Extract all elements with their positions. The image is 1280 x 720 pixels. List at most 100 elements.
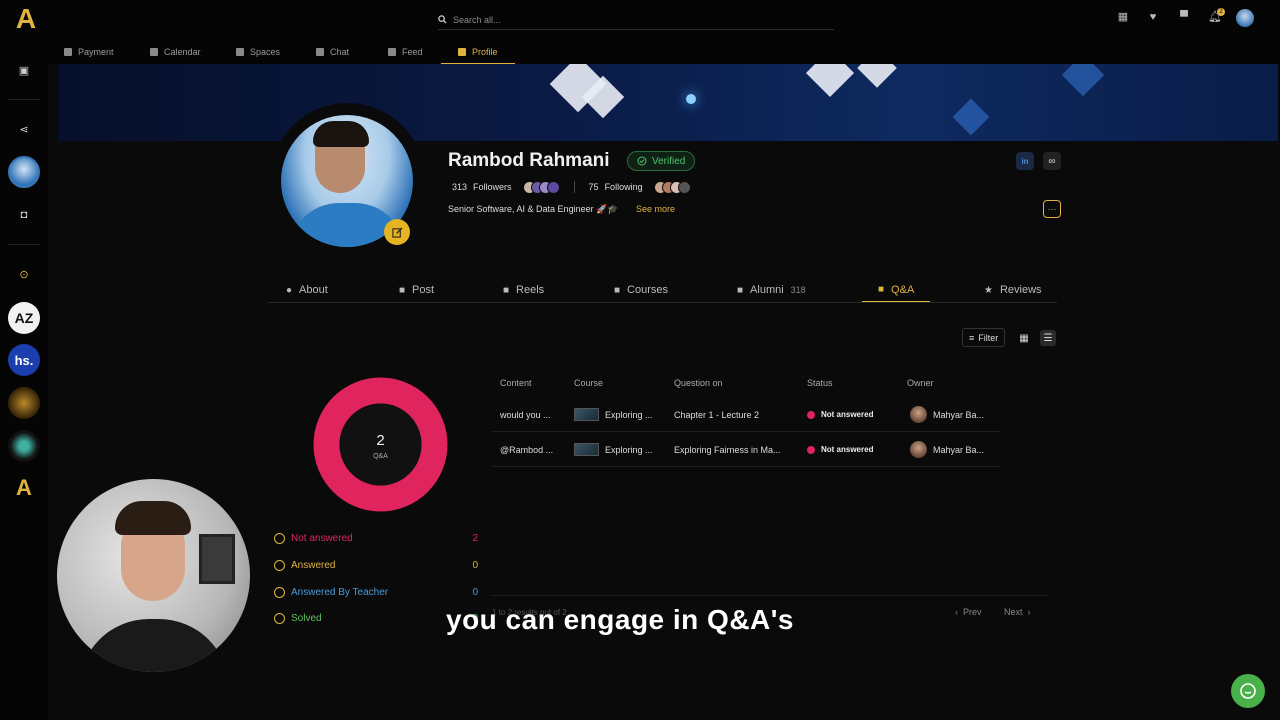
legend-value: 0 — [472, 559, 478, 571]
video-icon: ■ — [503, 284, 510, 296]
more-options-button[interactable]: ··· — [1043, 200, 1061, 218]
verified-label: Verified — [652, 155, 686, 167]
filter-button[interactable]: ≡ Filter — [962, 328, 1006, 347]
course-thumbnail — [574, 408, 599, 421]
column-header-content[interactable]: Content — [500, 378, 532, 388]
tab-about[interactable]: ● About — [286, 278, 328, 302]
status-dot — [807, 410, 815, 419]
nav-payment[interactable]: Payment — [64, 40, 114, 64]
nav-chat[interactable]: Chat — [316, 40, 349, 64]
video-caption: you can engage in Q&A's — [446, 604, 795, 635]
tab-post[interactable]: ■ Post — [399, 278, 434, 302]
calendar-icon[interactable]: ▦ — [1117, 11, 1129, 23]
nav-label: Calendar — [164, 47, 201, 57]
sidebar-item-hs[interactable]: hs. — [8, 344, 40, 376]
sidebar-item-label: AZ — [14, 310, 34, 326]
column-header-course[interactable]: Course — [574, 378, 603, 388]
next-button[interactable]: Next › — [1004, 607, 1031, 617]
see-more-link[interactable]: See more — [636, 204, 675, 214]
nav-label: Spaces — [250, 47, 281, 57]
user-avatar[interactable] — [1236, 9, 1254, 27]
banner-decoration — [805, 64, 855, 98]
share-icon[interactable]: ⋖ — [16, 122, 32, 138]
avatar-hair — [313, 121, 369, 147]
linkedin-button[interactable]: in — [1016, 152, 1034, 170]
sidebar-item-space[interactable] — [8, 387, 40, 419]
cell-question-on[interactable]: Chapter 1 - Lecture 2 — [674, 397, 759, 432]
add-circle-icon[interactable]: ⊙ — [16, 267, 32, 283]
tab-qa[interactable]: ■ Q&A — [862, 278, 931, 302]
following-avatars[interactable] — [653, 180, 691, 194]
legend-not-answered[interactable]: Not answered 2 — [274, 531, 478, 545]
banner-decoration — [952, 98, 990, 136]
prev-button[interactable]: ‹ Prev — [955, 607, 982, 617]
wall-frame — [199, 534, 235, 584]
list-icon: ☰ — [1043, 332, 1053, 344]
next-label: Next — [1004, 607, 1023, 617]
owner-name: Mahyar Ba... — [933, 444, 985, 455]
person-icon: ● — [286, 284, 293, 296]
support-chat-button[interactable] — [1231, 674, 1265, 708]
cell-owner[interactable]: Mahyar Ba... — [910, 432, 984, 467]
star-icon: ★ — [984, 284, 993, 296]
sidebar-item-az[interactable]: AZ — [8, 302, 40, 334]
cell-course[interactable]: Exploring ... — [574, 397, 653, 432]
tab-courses[interactable]: ■ Courses — [614, 278, 668, 302]
nav-profile[interactable]: Profile — [441, 40, 515, 64]
sidebar-item-community[interactable] — [8, 430, 40, 462]
tab-label: Post — [412, 284, 435, 296]
table-row[interactable]: @Rambod ... Exploring ... Exploring Fair… — [492, 432, 1000, 467]
status-circle-icon — [274, 559, 285, 571]
column-header-question-on[interactable]: Question on — [674, 378, 723, 388]
legend-answered-by-teacher[interactable]: Answered By Teacher 0 — [274, 585, 478, 599]
status-circle-icon — [274, 532, 285, 544]
chat-bubble-icon[interactable]: ▀ — [1178, 11, 1190, 23]
tab-label: Reels — [516, 284, 545, 296]
column-header-status[interactable]: Status — [807, 378, 833, 388]
tab-reels[interactable]: ■ Reels — [503, 278, 544, 302]
user-settings-icon[interactable]: ◘ — [16, 207, 32, 223]
column-header-owner[interactable]: Owner — [907, 378, 934, 388]
cell-course[interactable]: Exploring ... — [574, 432, 653, 467]
sidebar-item-profile[interactable] — [8, 156, 40, 188]
cell-content[interactable]: would you ... — [500, 397, 551, 432]
followers-link[interactable]: Followers — [473, 182, 512, 192]
chat-icon — [316, 48, 324, 56]
heart-icon[interactable]: ♥ — [1147, 11, 1159, 23]
follower-avatars[interactable] — [522, 180, 560, 194]
cell-status: Not answered — [807, 432, 873, 467]
edit-avatar-button[interactable] — [384, 219, 410, 245]
legend-value: 2 — [472, 532, 478, 544]
tab-reviews[interactable]: ★ Reviews — [984, 278, 1042, 302]
chevron-left-icon: ‹ — [955, 607, 963, 617]
spaces-icon — [236, 48, 244, 56]
sidebar-item-logo[interactable]: A — [8, 472, 40, 504]
copy-link-button[interactable]: ∞ — [1043, 152, 1061, 170]
nav-label: Profile — [472, 46, 498, 57]
nav-label: Chat — [330, 47, 350, 57]
table-row[interactable]: would you ... Exploring ... Chapter 1 - … — [492, 397, 1000, 432]
nav-spaces[interactable]: Spaces — [236, 40, 280, 64]
cell-owner[interactable]: Mahyar Ba... — [910, 397, 984, 432]
store-icon[interactable]: ▣ — [16, 63, 32, 79]
share-icon — [388, 48, 396, 56]
presenter-hair — [115, 501, 191, 535]
legend-label: Answered By Teacher — [291, 586, 389, 598]
app-logo[interactable]: A — [10, 4, 42, 34]
tab-alumni[interactable]: ■ Alumni 318 — [737, 278, 806, 302]
nav-feed[interactable]: Feed — [388, 40, 423, 64]
avatar — [677, 180, 691, 194]
list-view-button[interactable]: ☰ — [1040, 330, 1056, 346]
nav-calendar[interactable]: Calendar — [150, 40, 201, 64]
course-title: Exploring ... — [605, 409, 653, 420]
cell-content[interactable]: @Rambod ... — [500, 432, 553, 467]
legend-answered[interactable]: Answered 0 — [274, 558, 478, 572]
following-link[interactable]: Following — [605, 182, 643, 192]
tab-label: About — [299, 284, 328, 296]
profile-icon — [458, 47, 466, 56]
nav-label: Payment — [78, 47, 114, 57]
cell-question-on[interactable]: Exploring Fairness in Ma... — [674, 432, 781, 467]
divider — [573, 181, 575, 193]
search-bar[interactable]: Search all... — [438, 10, 834, 30]
grid-view-button[interactable]: ▦ — [1016, 330, 1032, 346]
